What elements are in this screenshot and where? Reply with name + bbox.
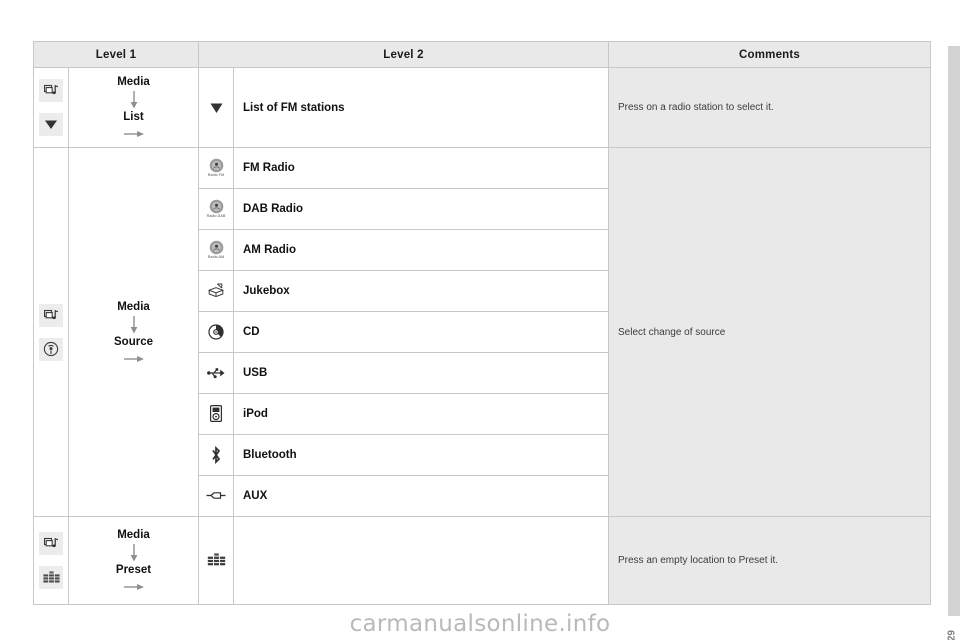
radio-dial-icon <box>209 199 223 214</box>
menu-structure-table: Level 1 Level 2 Comments Media List List… <box>33 41 931 605</box>
comments-cell-media-list: Press on a radio station to select it. <box>608 67 931 148</box>
level2-icon-cell[interactable]: Radio AM <box>198 229 234 271</box>
comments-cell-media-source: Select change of source <box>608 147 931 517</box>
level2-label-cell[interactable]: Bluetooth <box>233 434 609 476</box>
column-header-level1: Level 1 <box>33 41 199 68</box>
level2-icon-cell[interactable] <box>198 67 234 148</box>
level2-icon-cell[interactable] <box>198 311 234 353</box>
table-row: Media List List of FM stations Press on … <box>33 67 931 148</box>
preset-grid-icon <box>207 553 225 566</box>
comments-cell-media-preset: Press an empty location to Preset it. <box>608 516 931 605</box>
triangle-down-icon <box>210 103 222 113</box>
level1-path-media-preset: Media Preset <box>68 516 199 605</box>
level1-path-media-source: Media Source <box>68 147 199 517</box>
level2-icon-cell[interactable]: Radio FM <box>198 147 234 189</box>
level2-icon-cell[interactable] <box>198 475 234 517</box>
arrow-right-icon <box>123 584 144 590</box>
table-header-row: Level 1 Level 2 Comments <box>33 41 931 68</box>
column-header-level2: Level 2 <box>198 41 609 68</box>
level2-label-cell[interactable]: CD <box>233 311 609 353</box>
level2-icon-cell[interactable] <box>198 516 234 605</box>
radio-dial-icon <box>209 240 223 255</box>
table-row: Media Source Radio FM FM Radio Select ch… <box>33 147 931 517</box>
site-watermark: carmanualsonline.info <box>349 611 611 637</box>
usb-icon <box>207 367 225 378</box>
level2-label-cell[interactable]: Jukebox <box>233 270 609 312</box>
media-music-icon[interactable] <box>39 303 63 327</box>
level2-icon-cell[interactable] <box>198 434 234 476</box>
arrow-down-icon <box>130 315 137 333</box>
media-music-icon[interactable] <box>39 79 63 102</box>
bluetooth-icon <box>212 445 221 464</box>
level2-label-cell[interactable]: iPod <box>233 393 609 435</box>
arrow-down-icon <box>130 544 137 562</box>
level1-icon-cell-media-list <box>33 67 69 148</box>
media-music-icon[interactable] <box>39 532 63 555</box>
level1-path-media-list: Media List <box>68 67 199 148</box>
table-body: Media List List of FM stations Press on … <box>33 67 931 605</box>
level2-label-cell[interactable]: FM Radio <box>233 147 609 189</box>
level2-icon-cell[interactable]: Radio DAB <box>198 188 234 230</box>
cd-disc-icon <box>208 323 224 340</box>
level2-icon-caption: Radio AM <box>207 255 225 260</box>
level1-top-label: Media <box>117 529 150 541</box>
level1-bottom-label: Source <box>114 335 153 348</box>
level2-label-cell[interactable]: List of FM stations <box>233 67 609 148</box>
level2-label-cell[interactable]: AUX <box>233 475 609 517</box>
triangle-down-icon[interactable] <box>39 113 63 136</box>
arrow-down-icon <box>130 91 137 109</box>
arrow-right-icon <box>123 131 144 137</box>
aux-jack-icon <box>206 492 226 499</box>
level2-icon-cell[interactable] <box>198 270 234 312</box>
level2-label-cell[interactable]: USB <box>233 352 609 394</box>
level1-icon-cell-media-source <box>33 147 69 517</box>
column-header-comments: Comments <box>608 41 931 68</box>
arrow-right-icon <box>123 355 144 362</box>
level1-bottom-label: Preset <box>115 564 152 576</box>
source-antenna-icon[interactable] <box>39 337 63 361</box>
preset-grid-icon[interactable] <box>39 566 63 589</box>
level2-label-cell[interactable]: AM Radio <box>233 229 609 271</box>
table-row: Media Preset Press an empty location to … <box>33 516 931 605</box>
radio-dial-icon <box>209 158 223 173</box>
page-side-band <box>948 46 960 616</box>
level2-icon-caption: Radio DAB <box>206 214 226 219</box>
level2-icon-caption: Radio FM <box>207 173 225 178</box>
level1-bottom-label: List <box>123 111 144 123</box>
level2-label-cell[interactable]: DAB Radio <box>233 188 609 230</box>
level2-label-cell[interactable] <box>233 516 609 605</box>
ipod-icon <box>210 405 222 422</box>
level1-icon-cell-media-preset <box>33 516 69 605</box>
level2-icon-cell[interactable] <box>198 393 234 435</box>
manual-page: Level 1 Level 2 Comments Media List List… <box>0 0 960 640</box>
level2-icon-cell[interactable] <box>198 352 234 394</box>
jukebox-icon <box>208 283 224 298</box>
level1-top-label: Media <box>117 300 150 313</box>
level1-top-label: Media <box>117 76 150 88</box>
page-number: 229 <box>947 630 958 640</box>
